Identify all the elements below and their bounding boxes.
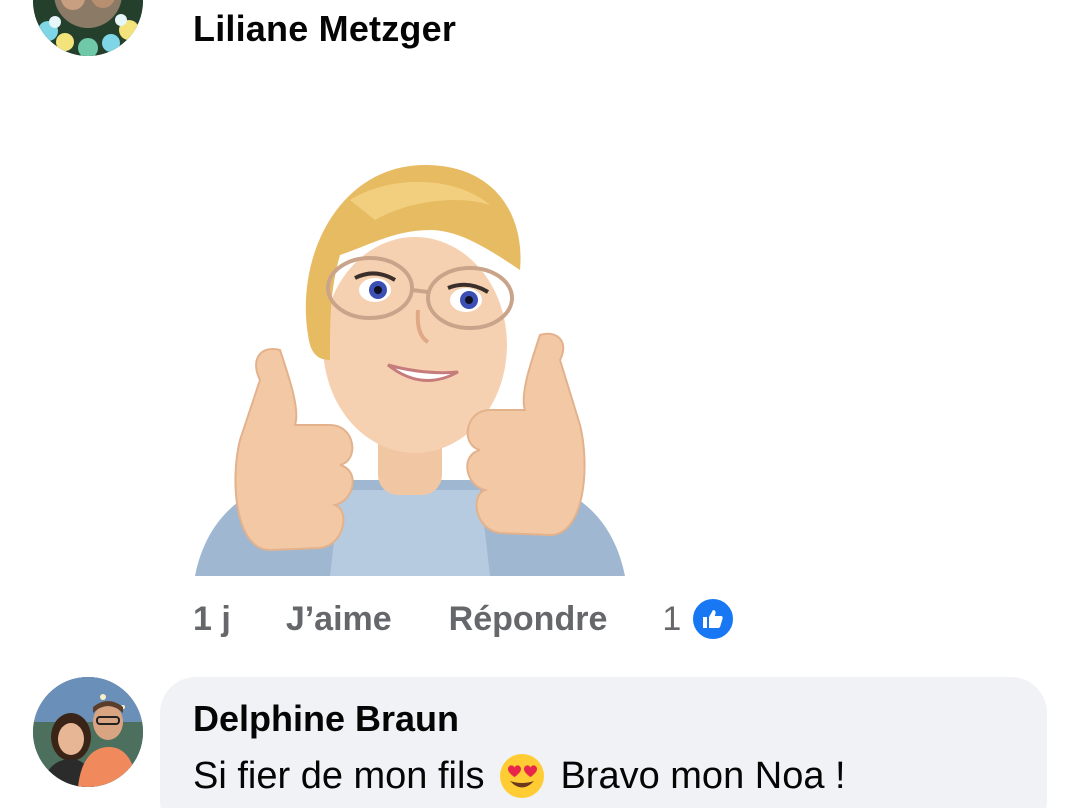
comment-text-part: Bravo mon Noa !	[560, 754, 846, 797]
comment-thread: Liliane Metzger 1 j J’aime Répondre 1 De…	[0, 0, 1080, 808]
heart-eyes-emoji-icon	[500, 754, 545, 798]
comment-timestamp[interactable]: 1 j	[193, 600, 231, 639]
comment-actions: 1 j J’aime Répondre 1	[193, 596, 736, 642]
comment-text: Si fier de mon fils Bravo mon Noa !	[193, 752, 846, 800]
profile-photo-couple-icon	[33, 677, 143, 787]
like-thumbs-up-icon[interactable]	[691, 597, 736, 641]
avatar-sticker-thumbs-up-icon[interactable]	[190, 160, 630, 576]
reply-button[interactable]: Répondre	[449, 600, 608, 639]
avatar-delphine[interactable]	[33, 677, 143, 787]
profile-photo-flowers-icon	[33, 0, 143, 56]
comment-author-name[interactable]: Delphine Braun	[193, 698, 459, 740]
comment-text-part: Si fier de mon fils	[193, 754, 485, 797]
like-button[interactable]: J’aime	[286, 600, 392, 639]
reaction-count[interactable]: 1	[662, 600, 681, 639]
comment-author-name[interactable]: Liliane Metzger	[193, 8, 456, 50]
avatar-liliane[interactable]	[33, 0, 143, 56]
